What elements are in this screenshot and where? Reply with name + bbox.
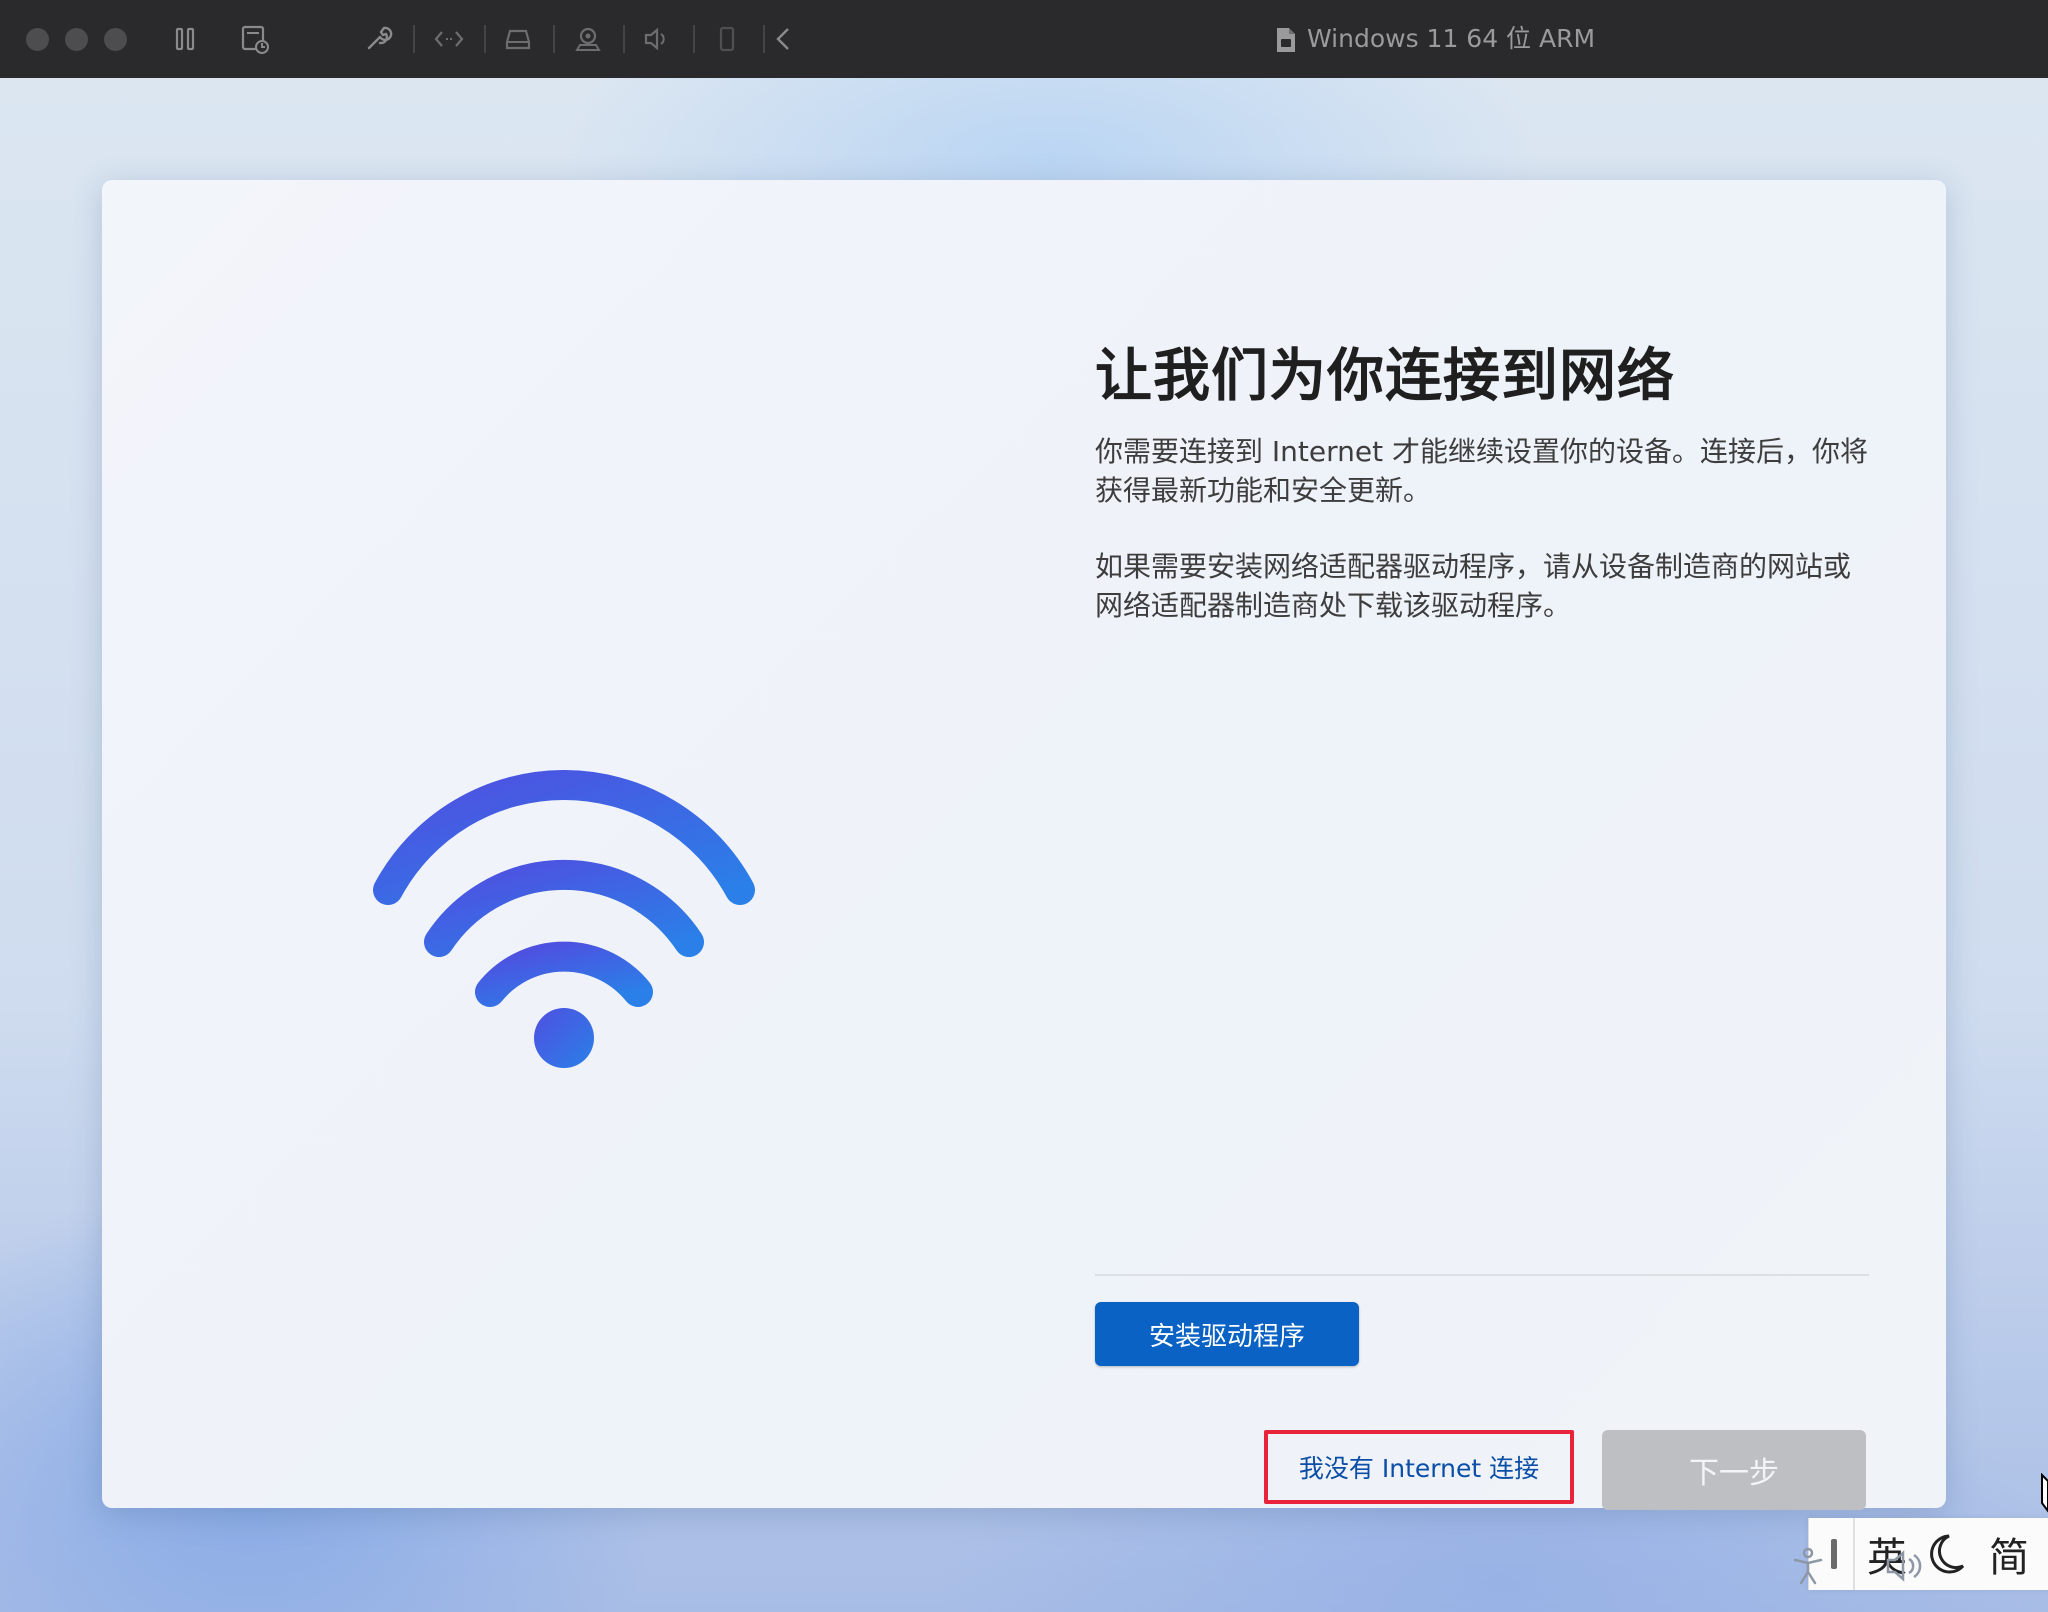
toolbar-separator [763, 25, 765, 53]
minimize-window-button[interactable] [65, 28, 88, 51]
toolbar-separator [413, 25, 415, 53]
back-icon[interactable] [768, 22, 802, 56]
mouse-cursor-icon [2041, 1473, 2048, 1513]
ime-script-mode[interactable]: 简 [1989, 1525, 2029, 1583]
settings-wrench-icon[interactable] [361, 22, 395, 56]
install-driver-button[interactable]: 安装驱动程序 [1095, 1302, 1359, 1366]
zoom-window-button[interactable] [104, 28, 127, 51]
close-window-button[interactable] [26, 28, 49, 51]
volume-icon[interactable] [1884, 1546, 1926, 1586]
divider [1095, 1274, 1869, 1276]
pause-icon[interactable] [168, 22, 202, 56]
ime-drag-handle[interactable] [1831, 1539, 1837, 1569]
window-title-text: Windows 11 64 位 ARM [1307, 24, 1596, 53]
toolbar-separator [553, 25, 555, 53]
ime-toolbar: 英 简 [1808, 1518, 2048, 1590]
description-paragraph-1: 你需要连接到 Internet 才能继续设置你的设备。连接后，你将获得最新功能和… [1095, 435, 1868, 507]
vm-display: 让我们为你连接到网络 你需要连接到 Internet 才能继续设置你的设备。连接… [0, 78, 2048, 1612]
window-title: Windows 11 64 位 ARM [1275, 22, 1595, 56]
next-button[interactable]: 下一步 [1602, 1430, 1866, 1510]
sound-icon[interactable] [640, 22, 674, 56]
disk-icon[interactable] [501, 22, 535, 56]
toolbar-separator [693, 25, 695, 53]
page-title: 让我们为你连接到网络 [1095, 343, 1675, 409]
code-icon[interactable] [432, 22, 466, 56]
vm-title-bar: Windows 11 64 位 ARM [0, 0, 2048, 79]
no-internet-link[interactable]: 我没有 Internet 连接 [1264, 1430, 1574, 1504]
toolbar-separator [484, 25, 486, 53]
camera-icon[interactable] [571, 22, 605, 56]
toolbar-separator [623, 25, 625, 53]
half-width-moon-icon[interactable] [1927, 1532, 1967, 1576]
document-icon [1277, 28, 1295, 52]
description-paragraph-2: 如果需要安装网络适配器驱动程序，请从设备制造商的网站或网络适配器制造商处下载该驱… [1095, 550, 1852, 622]
usb-icon[interactable] [710, 22, 744, 56]
wifi-icon [373, 770, 755, 1068]
snapshot-icon[interactable] [238, 22, 272, 56]
accessibility-icon[interactable] [1790, 1546, 1826, 1586]
ime-separator [1853, 1518, 1855, 1590]
oobe-card: 让我们为你连接到网络 你需要连接到 Internet 才能继续设置你的设备。连接… [102, 180, 1946, 1510]
